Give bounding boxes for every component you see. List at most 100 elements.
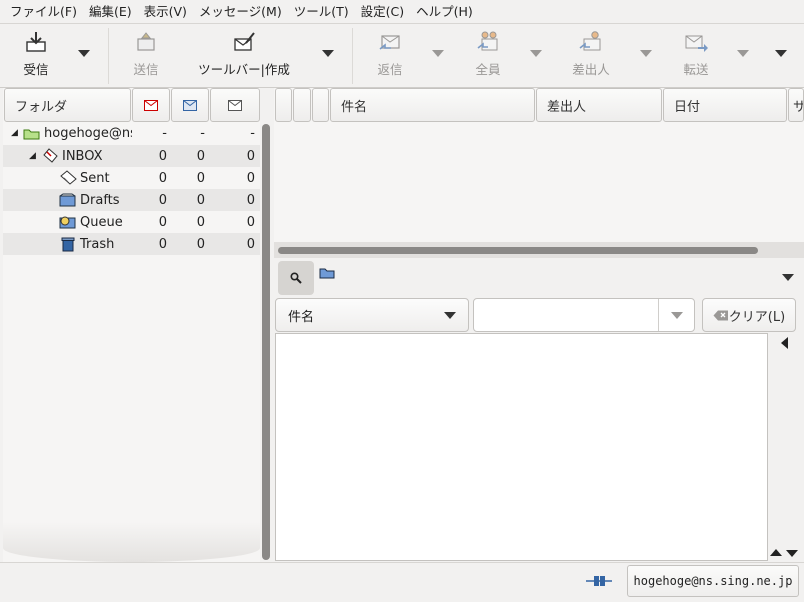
folder-total-count: 0 — [246, 148, 255, 164]
account-row[interactable]: ◢ hogehoge@ns - - - — [3, 122, 260, 144]
search-toggle-button[interactable] — [278, 261, 314, 295]
message-view[interactable] — [275, 333, 768, 561]
mark-column-header[interactable] — [275, 88, 292, 122]
folder-new-count: 0 — [158, 192, 167, 208]
menubar: ファイル(F) 編集(E) 表示(V) メッセージ(M) ツール(T) 設定(C… — [0, 0, 804, 24]
size-column-header[interactable]: サ — [788, 88, 804, 122]
compose-menu-arrow[interactable] — [322, 50, 334, 58]
clear-button[interactable]: クリア(L) — [702, 298, 796, 332]
clear-label: クリア(L) — [728, 309, 786, 325]
receive-icon — [26, 32, 46, 52]
toolbar-separator — [352, 28, 353, 84]
chevron-down-icon — [775, 50, 787, 57]
message-list-hscroll-thumb[interactable] — [278, 247, 758, 254]
account-icon — [23, 129, 40, 139]
expander-icon[interactable]: ◢ — [11, 128, 18, 138]
folder-name: INBOX — [62, 148, 103, 164]
trash-icon — [61, 237, 75, 252]
chevron-down-icon[interactable] — [786, 550, 798, 557]
folder-unread-count: 0 — [196, 170, 205, 186]
forward-label: 転送 — [683, 62, 709, 77]
search-field-select[interactable]: 件名 — [275, 298, 469, 332]
menu-view[interactable]: 表示(V) — [138, 0, 193, 24]
forward-icon — [685, 35, 708, 52]
folder-column-label: フォルダ — [15, 99, 68, 115]
forward-menu-arrow[interactable] — [737, 50, 749, 58]
menu-file[interactable]: ファイル(F) — [4, 0, 83, 24]
reply-button[interactable]: 返信 — [368, 30, 412, 82]
menu-edit[interactable]: 編集(E) — [83, 0, 138, 24]
from-column-header[interactable]: 差出人 — [536, 88, 662, 122]
subject-column-header[interactable]: 件名 — [330, 88, 535, 122]
total-column-header[interactable] — [210, 88, 260, 122]
search-input[interactable] — [473, 298, 695, 332]
folder-icon[interactable] — [319, 267, 335, 279]
account-total-count: - — [250, 125, 255, 141]
folder-row-inbox[interactable]: ◢ INBOX 0 0 0 — [3, 145, 260, 167]
filter-row: 件名 クリア(L) — [274, 298, 804, 332]
reply-all-icon — [477, 31, 498, 51]
menu-help[interactable]: ヘルプ(H) — [410, 0, 479, 24]
online-status-icon[interactable] — [586, 574, 612, 588]
send-icon — [137, 32, 155, 51]
sent-icon — [60, 170, 77, 185]
folder-row-sent[interactable]: Sent 0 0 0 — [3, 167, 260, 189]
clear-icon — [713, 310, 728, 320]
account-status-label: hogehoge@ns.sing.ne.jp — [633, 574, 793, 588]
unread-mail-icon — [183, 99, 197, 111]
send-button[interactable]: 送信 — [124, 30, 168, 82]
mail-icon — [228, 99, 242, 111]
chevron-down-icon — [782, 274, 794, 281]
search-history-button[interactable] — [658, 299, 694, 331]
folder-name: Sent — [80, 170, 110, 186]
queue-icon — [59, 216, 76, 229]
pane-shadow — [3, 522, 260, 562]
chevron-down-icon — [670, 311, 683, 319]
compose-button[interactable]: ツールバー|作成 — [190, 30, 298, 82]
new-column-header[interactable] — [132, 88, 170, 122]
folder-row-drafts[interactable]: Drafts 0 0 0 — [3, 189, 260, 211]
menu-tools[interactable]: ツール(T) — [288, 0, 355, 24]
menu-message[interactable]: メッセージ(M) — [193, 0, 288, 24]
date-column-label: 日付 — [674, 99, 701, 115]
reply-sender-menu-arrow[interactable] — [640, 50, 652, 58]
folder-column-header[interactable]: フォルダ — [4, 88, 131, 122]
message-list: 件名 差出人 日付 サ — [274, 88, 804, 258]
reply-all-button[interactable]: 全員 — [466, 30, 510, 82]
attachment-column-header[interactable] — [312, 88, 329, 122]
folder-unread-count: 0 — [196, 214, 205, 230]
reply-all-menu-arrow[interactable] — [530, 50, 542, 58]
unread-column-header[interactable] — [171, 88, 209, 122]
reply-sender-label: 差出人 — [572, 62, 610, 77]
reply-icon — [379, 35, 400, 50]
menu-settings[interactable]: 設定(C) — [355, 0, 410, 24]
reply-sender-button[interactable]: 差出人 — [566, 30, 616, 82]
unread-column-header[interactable] — [293, 88, 311, 122]
receive-button[interactable]: 受信 — [14, 30, 58, 82]
expander-icon[interactable]: ◢ — [29, 151, 36, 161]
folder-total-count: 0 — [246, 236, 255, 252]
folder-row-trash[interactable]: Trash 0 0 0 — [3, 233, 260, 255]
chevron-left-icon[interactable] — [781, 337, 788, 349]
folder-name: Drafts — [80, 192, 120, 208]
toolbar-overflow-arrow[interactable] — [775, 50, 787, 58]
forward-button[interactable]: 転送 — [674, 30, 718, 82]
receive-menu-arrow[interactable] — [78, 50, 90, 58]
chevron-down-icon — [432, 50, 444, 57]
toolbar: 受信 送信 ツールバー|作成 返信 全員 差出人 転送 — [0, 24, 804, 88]
folder-row-queue[interactable]: Queue 0 0 0 — [3, 211, 260, 233]
date-column-header[interactable]: 日付 — [663, 88, 787, 122]
folder-name: Trash — [80, 236, 115, 252]
reply-menu-arrow[interactable] — [432, 50, 444, 58]
folder-pane-scrollbar[interactable] — [262, 124, 270, 560]
quick-search-menu-arrow[interactable] — [782, 274, 794, 281]
drafts-icon — [59, 193, 76, 207]
chevron-down-icon — [322, 50, 334, 57]
search-icon — [290, 272, 302, 284]
account-status[interactable]: hogehoge@ns.sing.ne.jp — [627, 565, 799, 597]
chevron-up-icon[interactable] — [770, 549, 782, 556]
quick-search-bar — [274, 258, 804, 298]
folder-new-count: 0 — [158, 148, 167, 164]
send-label: 送信 — [133, 62, 159, 77]
chevron-down-icon — [530, 50, 542, 57]
